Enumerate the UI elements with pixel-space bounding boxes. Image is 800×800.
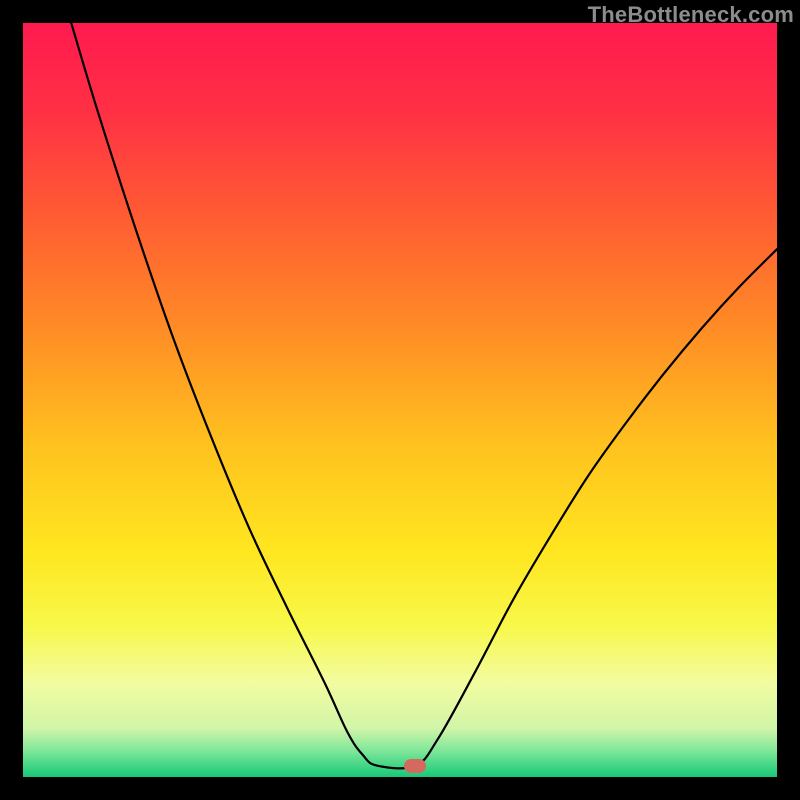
optimal-point-marker bbox=[404, 759, 426, 773]
chart-plot-area bbox=[23, 23, 777, 777]
watermark-text: TheBottleneck.com bbox=[588, 2, 794, 28]
gradient-background bbox=[23, 23, 777, 777]
